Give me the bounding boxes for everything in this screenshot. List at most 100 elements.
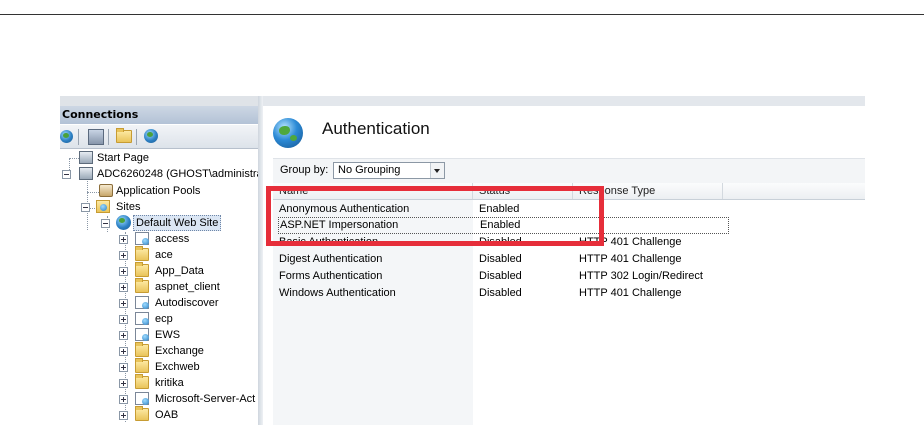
authentication-globe-icon	[273, 118, 303, 148]
tree-item-start-page[interactable]: Start Page	[60, 150, 258, 166]
row-name: Windows Authentication	[279, 287, 396, 299]
tree-item-kritika[interactable]: kritika	[60, 374, 258, 391]
expand-icon[interactable]	[119, 347, 128, 356]
tree-item-application-pools[interactable]: Application Pools	[60, 183, 258, 199]
folder-icon	[135, 262, 149, 277]
row-status: Disabled	[479, 270, 522, 282]
page-title: Authentication	[322, 119, 430, 138]
connect-icon[interactable]	[60, 130, 73, 143]
table-row[interactable]: Windows Authentication Disabled HTTP 401…	[273, 285, 865, 302]
highlight-annotation-box	[266, 186, 604, 246]
tree-label: Start Page	[97, 152, 149, 164]
toolbar-separator	[136, 129, 137, 145]
tree-item-sites[interactable]: Sites	[60, 199, 258, 215]
tree-label: Microsoft-Server-Act	[155, 393, 256, 405]
row-response-type: HTTP 401 Challenge	[579, 253, 682, 265]
table-row[interactable]: Forms Authentication Disabled HTTP 302 L…	[273, 268, 865, 285]
group-by-bar: Group by: No Grouping	[273, 158, 865, 184]
application-icon	[135, 232, 149, 245]
tree-item-autodiscover[interactable]: Autodiscover	[60, 295, 258, 311]
website-globe-icon	[116, 215, 131, 230]
connections-toolbar	[60, 125, 258, 149]
virtual-directory-icon	[135, 406, 149, 421]
group-by-label: Group by:	[280, 164, 329, 176]
up-icon[interactable]	[116, 128, 132, 143]
expand-icon[interactable]	[119, 315, 128, 324]
connections-pane: Connections Start Page ADC6260248 (GHOST…	[60, 96, 258, 425]
chevron-down-icon[interactable]	[430, 163, 444, 178]
tree-label: ecp	[155, 313, 173, 325]
tree-item-ace[interactable]: ace	[60, 246, 258, 263]
expand-icon[interactable]	[119, 411, 128, 420]
tree-label: App_Data	[155, 265, 204, 277]
collapse-icon[interactable]	[81, 203, 90, 212]
menu-strip	[263, 96, 865, 106]
tree-item-oab[interactable]: OAB	[60, 406, 258, 423]
expand-icon[interactable]	[119, 283, 128, 292]
expand-icon[interactable]	[119, 395, 128, 404]
tree-label: Sites	[116, 201, 141, 213]
menu-strip	[60, 96, 258, 106]
tree-item-ews[interactable]: EWS	[60, 327, 258, 343]
expand-icon[interactable]	[119, 379, 128, 388]
tree-item-aspnet-client[interactable]: aspnet_client	[60, 278, 258, 295]
server-icon	[79, 167, 93, 180]
feature-page: Authentication Group by: No Grouping Nam…	[263, 96, 865, 425]
folder-icon	[135, 278, 149, 293]
expand-icon[interactable]	[119, 331, 128, 340]
connections-tree: Start Page ADC6260248 (GHOST\administra …	[60, 150, 258, 425]
tree-item-exchweb[interactable]: Exchweb	[60, 358, 258, 375]
virtual-directory-icon	[135, 342, 149, 357]
tree-item-exchange[interactable]: Exchange	[60, 342, 258, 359]
tree-label: ace	[155, 249, 173, 261]
row-status: Disabled	[479, 287, 522, 299]
connections-header: Connections	[60, 106, 258, 124]
expand-icon[interactable]	[119, 267, 128, 276]
expand-icon[interactable]	[119, 299, 128, 308]
tree-item-microsoft-server-act[interactable]: Microsoft-Server-Act	[60, 391, 258, 407]
row-response-type: HTTP 401 Challenge	[579, 287, 682, 299]
application-icon	[135, 392, 149, 405]
save-connections-icon[interactable]	[88, 129, 104, 145]
tree-label: OAB	[155, 409, 179, 421]
tree-item-default-web-site[interactable]: Default Web Site	[60, 215, 258, 231]
toolbar-separator	[108, 129, 109, 145]
folder-icon	[135, 246, 149, 261]
tree-label: ADC6260248 (GHOST\administra	[97, 168, 258, 180]
application-icon	[135, 328, 149, 341]
row-name: Digest Authentication	[279, 253, 383, 265]
tree-label: access	[155, 233, 190, 245]
sites-icon	[96, 200, 110, 213]
row-response-type: HTTP 302 Login/Redirect	[579, 270, 703, 282]
tree-label: EWS	[155, 329, 181, 341]
top-divider	[0, 14, 924, 15]
start-page-icon	[79, 151, 93, 164]
collapse-icon[interactable]	[101, 219, 110, 228]
tree-item-access[interactable]: access	[60, 231, 258, 247]
group-by-value: No Grouping	[338, 164, 401, 176]
tree-label: Exchweb	[155, 361, 200, 373]
tree-label: aspnet_client	[155, 281, 220, 293]
collapse-icon[interactable]	[62, 170, 71, 179]
folder-icon	[135, 374, 149, 389]
expand-icon[interactable]	[119, 251, 128, 260]
toolbar-separator	[78, 129, 79, 145]
virtual-directory-icon	[135, 358, 149, 373]
tree-label: Application Pools	[116, 185, 201, 197]
delete-connection-icon[interactable]	[144, 129, 158, 143]
tree-label: Exchange	[155, 345, 204, 357]
tree-item-ecp[interactable]: ecp	[60, 311, 258, 327]
application-icon	[135, 312, 149, 325]
app-pools-icon	[99, 184, 113, 197]
group-by-select[interactable]: No Grouping	[333, 162, 445, 179]
tree-label: kritika	[155, 377, 184, 389]
row-name: Forms Authentication	[279, 270, 383, 282]
tree-item-app-data[interactable]: App_Data	[60, 262, 258, 279]
table-row[interactable]: Digest Authentication Disabled HTTP 401 …	[273, 251, 865, 268]
row-status: Disabled	[479, 253, 522, 265]
tree-item-server[interactable]: ADC6260248 (GHOST\administra	[60, 166, 258, 182]
tree-label: Autodiscover	[155, 297, 219, 309]
application-icon	[135, 296, 149, 309]
expand-icon[interactable]	[119, 235, 128, 244]
expand-icon[interactable]	[119, 363, 128, 372]
